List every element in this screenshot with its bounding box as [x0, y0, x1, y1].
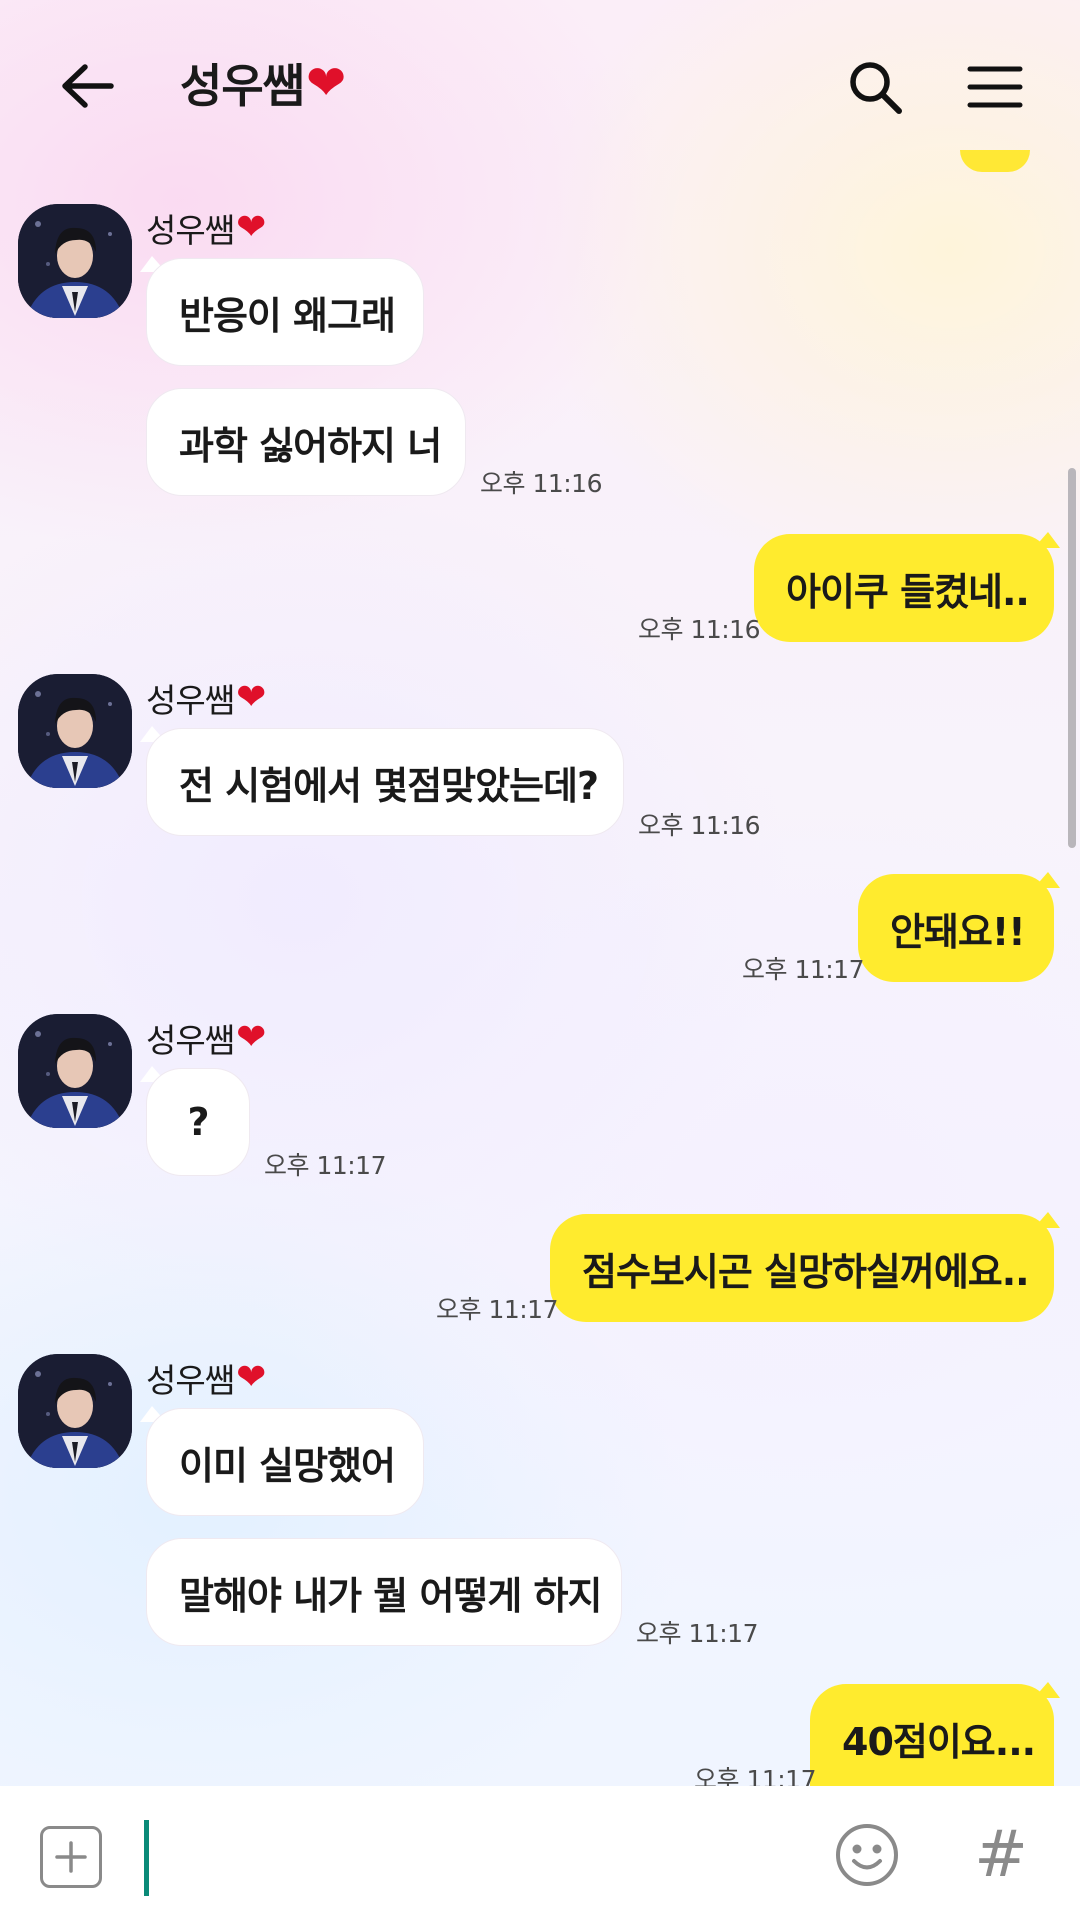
sender-name-text: 성우쌤	[146, 681, 235, 720]
avatar[interactable]	[18, 204, 132, 318]
emoji-button[interactable]	[834, 1822, 900, 1888]
message-time: 오후 11:17	[742, 955, 865, 984]
message-input-bar: #	[0, 1786, 1080, 1932]
heart-icon: ❤	[236, 207, 266, 248]
heart-icon: ❤	[236, 1017, 266, 1058]
message-text: 과학 싫어하지 너	[179, 423, 442, 468]
avatar[interactable]	[18, 1014, 132, 1128]
message-text: 말해야 내가 뭘 어떻게 하지	[179, 1573, 602, 1618]
message-text: 반응이 왜그래	[179, 293, 396, 338]
message-text: 안돼요!!	[890, 909, 1026, 954]
search-button[interactable]	[840, 52, 910, 122]
arrow-left-icon	[62, 64, 114, 108]
sender-name-text: 성우쌤	[146, 1361, 235, 1400]
avatar-image	[18, 674, 132, 788]
incoming-message[interactable]: 과학 싫어하지 너	[146, 388, 466, 496]
message-input-cursor[interactable]	[144, 1820, 149, 1896]
sender-name: 성우쌤 ❤	[146, 1354, 266, 1402]
outgoing-message[interactable]: 아이쿠 들켰네..	[754, 534, 1054, 642]
message-time: 오후 11:17	[264, 1151, 387, 1180]
heart-icon: ❤	[305, 55, 346, 111]
smiley-icon	[836, 1824, 898, 1886]
message-time: 오후 11:16	[480, 469, 603, 498]
hamburger-menu-icon	[967, 66, 1023, 108]
message-text: 점수보시곤 실망하실꺼에요..	[582, 1249, 1030, 1294]
back-button[interactable]	[52, 56, 122, 116]
menu-button[interactable]	[960, 52, 1030, 122]
avatar-image	[18, 204, 132, 318]
avatar-image	[18, 1014, 132, 1128]
heart-icon: ❤	[236, 1357, 266, 1398]
search-icon	[850, 62, 902, 114]
incoming-message[interactable]: 말해야 내가 뭘 어떻게 하지	[146, 1538, 622, 1646]
outgoing-message[interactable]: 점수보시곤 실망하실꺼에요..	[550, 1214, 1054, 1322]
heart-icon: ❤	[236, 677, 266, 718]
message-text: 이미 실망했어	[179, 1443, 396, 1488]
message-time: 오후 11:17	[636, 1619, 759, 1648]
outgoing-message[interactable]: 안돼요!!	[858, 874, 1054, 982]
chat-title-text: 성우쌤	[180, 59, 305, 113]
sender-name: 성우쌤 ❤	[146, 1014, 266, 1062]
message-time: 오후 11:16	[638, 811, 761, 840]
avatar-image	[18, 1354, 132, 1468]
scrollbar[interactable]	[1068, 468, 1076, 848]
avatar[interactable]	[18, 1354, 132, 1468]
incoming-message[interactable]: 이미 실망했어	[146, 1408, 424, 1516]
incoming-message[interactable]: 반응이 왜그래	[146, 258, 424, 366]
chat-header: 성우쌤 ❤	[0, 0, 1080, 170]
message-text: 40점이요...	[842, 1719, 1036, 1764]
outgoing-message[interactable]: 40점이요...	[810, 1684, 1054, 1792]
previous-message-bubble-edge	[960, 150, 1030, 172]
sender-name-text: 성우쌤	[146, 1021, 235, 1060]
sender-name: 성우쌤 ❤	[146, 674, 266, 722]
plus-icon	[55, 1841, 87, 1873]
message-time: 오후 11:16	[638, 615, 761, 644]
chat-title: 성우쌤 ❤	[180, 50, 346, 116]
message-text: 전 시험에서 몇점맞았는데?	[179, 763, 599, 808]
message-time: 오후 11:17	[436, 1295, 559, 1324]
attach-button[interactable]	[40, 1826, 102, 1888]
sender-name: 성우쌤 ❤	[146, 204, 266, 252]
message-text: ?	[187, 1100, 209, 1144]
incoming-message[interactable]: ?	[146, 1068, 250, 1176]
sender-name-text: 성우쌤	[146, 211, 235, 250]
message-text: 아이쿠 들켰네..	[786, 569, 1030, 614]
incoming-message[interactable]: 전 시험에서 몇점맞았는데?	[146, 728, 624, 836]
hash-icon[interactable]: #	[966, 1818, 1036, 1892]
avatar[interactable]	[18, 674, 132, 788]
